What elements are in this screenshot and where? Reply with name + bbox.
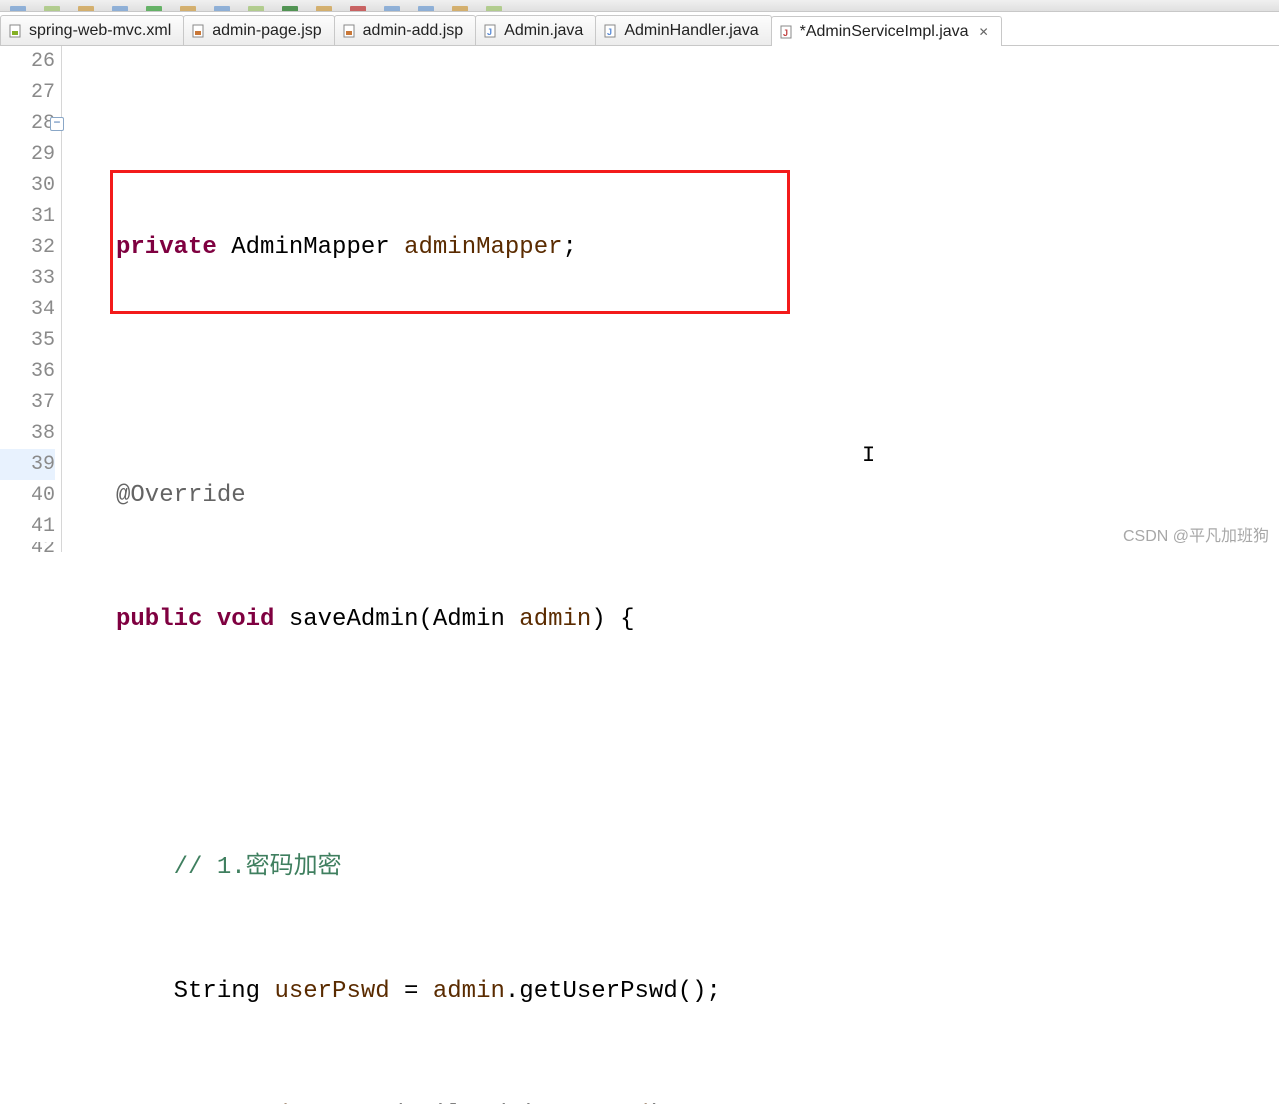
tab-admin-add[interactable]: admin-add.jsp: [334, 15, 477, 45]
tab-admin-page[interactable]: admin-page.jsp: [183, 15, 334, 45]
line-number: 36: [0, 356, 55, 387]
jsp-file-icon: [192, 24, 206, 38]
line-number: 41: [0, 511, 55, 542]
watermark: CSDN @平凡加班狗: [1123, 522, 1269, 546]
close-icon[interactable]: ✕: [979, 25, 989, 39]
line-gutter: 26 27 28 − 29 30 31 32 33 34 35 36 37 38…: [0, 46, 62, 552]
xml-file-icon: [9, 24, 23, 38]
tab-admin-java[interactable]: J Admin.java: [475, 15, 596, 45]
line-number: 29: [0, 139, 55, 170]
line-number: 35: [0, 325, 55, 356]
java-file-icon: J: [484, 24, 498, 38]
code-line: userPswd = CrowdUtil.md5(userPswd);: [116, 1100, 1279, 1104]
line-number: 37: [0, 387, 55, 418]
line-number: 31: [0, 201, 55, 232]
code-line: private AdminMapper adminMapper;: [116, 232, 1279, 263]
editor-tabs: spring-web-mvc.xml admin-page.jsp admin-…: [0, 12, 1279, 46]
tab-admin-handler[interactable]: J AdminHandler.java: [595, 15, 771, 45]
code-line: [116, 356, 1279, 387]
svg-text:J: J: [487, 27, 492, 37]
code-line: @Override: [116, 480, 1279, 511]
java-file-icon: J: [780, 25, 794, 39]
line-number: 42: [0, 542, 55, 552]
toolbar: [0, 0, 1279, 12]
code-line: [116, 728, 1279, 759]
tab-admin-service-impl[interactable]: J *AdminServiceImpl.java ✕: [771, 16, 1002, 46]
tab-label: admin-add.jsp: [363, 22, 464, 40]
tab-spring-web-mvc[interactable]: spring-web-mvc.xml: [0, 15, 184, 45]
line-number: 27: [0, 77, 55, 108]
svg-text:J: J: [783, 28, 788, 38]
tab-label: AdminHandler.java: [624, 22, 758, 40]
line-number: 26: [0, 46, 55, 77]
code-line: String userPswd = admin.getUserPswd();: [116, 976, 1279, 1007]
java-file-icon: J: [604, 24, 618, 38]
tab-label: admin-page.jsp: [212, 22, 321, 40]
code-line: public void saveAdmin(Admin admin) {: [116, 604, 1279, 635]
line-number: 39: [0, 449, 55, 480]
mouse-cursor-icon: I: [862, 440, 875, 471]
line-number: 33: [0, 263, 55, 294]
line-number: 30: [0, 170, 55, 201]
line-number: 40: [0, 480, 55, 511]
line-number: 38: [0, 418, 55, 449]
code-area[interactable]: private AdminMapper adminMapper; @Overri…: [62, 46, 1279, 552]
line-number: 32: [0, 232, 55, 263]
code-line: // 1.密码加密: [116, 852, 1279, 883]
tab-label: spring-web-mvc.xml: [29, 22, 171, 40]
line-number: 28 −: [0, 108, 55, 139]
tab-label: *AdminServiceImpl.java: [800, 23, 969, 41]
jsp-file-icon: [343, 24, 357, 38]
line-number: 34: [0, 294, 55, 325]
tab-label: Admin.java: [504, 22, 583, 40]
code-editor[interactable]: 26 27 28 − 29 30 31 32 33 34 35 36 37 38…: [0, 46, 1279, 552]
svg-text:J: J: [607, 27, 612, 37]
